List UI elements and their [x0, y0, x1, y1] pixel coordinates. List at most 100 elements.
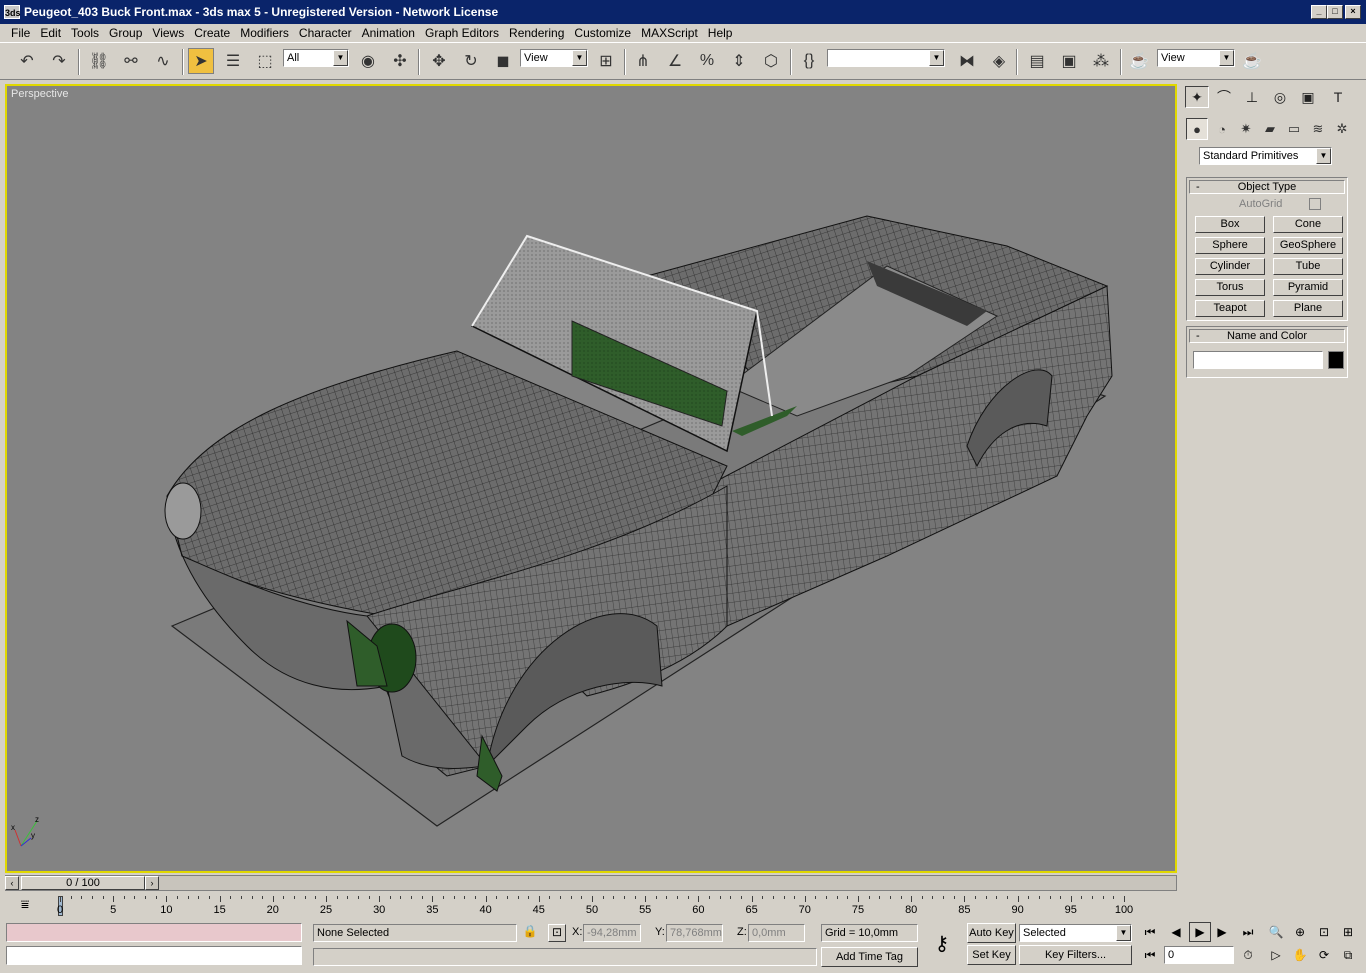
- key-filters-button[interactable]: Key Filters...: [1019, 945, 1132, 965]
- selection-filter-dropdown[interactable]: All ▼: [283, 49, 349, 67]
- key-mode-toggle-icon[interactable]: ⏮: [1139, 945, 1161, 965]
- track-bar[interactable]: 0 5 10 15 20 25 30 35 40 45 50 55 60 65 70 75 80 85 90 95 10…: [57, 896, 1133, 918]
- maxscript-listener-line[interactable]: [6, 923, 302, 942]
- play-icon[interactable]: ▶: [1189, 922, 1211, 942]
- zoom-icon[interactable]: 🔍: [1265, 922, 1287, 942]
- cameras-icon[interactable]: ▰: [1259, 118, 1281, 140]
- maximize-button[interactable]: □: [1327, 5, 1343, 19]
- menu-character[interactable]: Character: [294, 26, 357, 40]
- set-key-icon[interactable]: ⚷: [922, 931, 962, 957]
- z-coordinate-field[interactable]: 0,0mm: [748, 924, 805, 942]
- named-selection-sets-icon[interactable]: {}: [796, 48, 822, 74]
- select-object-icon[interactable]: ➤: [188, 48, 214, 74]
- render-type-dropdown[interactable]: View ▼: [1157, 49, 1235, 67]
- key-mode-dropdown[interactable]: Selected ▼: [1019, 924, 1132, 942]
- lock-selection-icon[interactable]: 🔒: [522, 924, 538, 942]
- name-and-color-header[interactable]: - Name and Color: [1189, 329, 1345, 343]
- lights-icon[interactable]: ✷: [1235, 118, 1257, 140]
- zoom-all-icon[interactable]: ⊕: [1289, 922, 1311, 942]
- zoom-extents-icon[interactable]: ⊡: [1313, 922, 1335, 942]
- reference-coordinate-dropdown[interactable]: View ▼: [520, 49, 588, 67]
- menu-modifiers[interactable]: Modifiers: [235, 26, 294, 40]
- menu-views[interactable]: Views: [147, 26, 189, 40]
- redo-icon[interactable]: ↷: [46, 48, 72, 74]
- time-slider-thumb[interactable]: 0 / 100: [21, 876, 145, 890]
- object-name-input[interactable]: [1193, 351, 1323, 369]
- tube-button[interactable]: Tube: [1273, 258, 1343, 275]
- undo-icon[interactable]: ↶: [14, 48, 40, 74]
- rectangular-selection-icon[interactable]: ⬚: [252, 48, 278, 74]
- transform-type-in-icon[interactable]: ⊡: [548, 924, 566, 942]
- previous-frame-icon[interactable]: ◀: [1165, 922, 1187, 942]
- field-of-view-icon[interactable]: ▷: [1265, 945, 1287, 965]
- bind-to-space-warp-icon[interactable]: ∿: [150, 48, 176, 74]
- select-and-link-icon[interactable]: ⛓: [86, 48, 112, 74]
- pan-icon[interactable]: ✋: [1289, 945, 1311, 965]
- mini-curve-editor-icon[interactable]: ⩸: [10, 896, 40, 916]
- go-to-start-icon[interactable]: ⏮: [1139, 922, 1161, 942]
- select-by-name-icon[interactable]: ☰: [220, 48, 246, 74]
- geosphere-button[interactable]: GeoSphere: [1273, 237, 1343, 254]
- edit-named-selections-icon[interactable]: ⬡: [758, 48, 784, 74]
- menu-animation[interactable]: Animation: [357, 26, 420, 40]
- menu-customize[interactable]: Customize: [569, 26, 636, 40]
- angle-snap-icon[interactable]: ∠: [662, 48, 688, 74]
- select-and-move-icon[interactable]: ✥: [426, 48, 452, 74]
- pyramid-button[interactable]: Pyramid: [1273, 279, 1343, 296]
- object-type-header[interactable]: - Object Type: [1189, 180, 1345, 194]
- maxscript-output-line[interactable]: [6, 946, 302, 965]
- helpers-icon[interactable]: ▭: [1283, 118, 1305, 140]
- geometry-icon[interactable]: ●: [1186, 118, 1208, 140]
- minimize-button[interactable]: _: [1311, 5, 1327, 19]
- modify-tab-icon[interactable]: ⌒: [1212, 86, 1236, 108]
- box-button[interactable]: Box: [1195, 216, 1265, 233]
- unlink-selection-icon[interactable]: ⚯: [118, 48, 144, 74]
- material-editor-icon[interactable]: ⁂: [1088, 48, 1114, 74]
- select-and-rotate-icon[interactable]: ↻: [458, 48, 484, 74]
- spinner-snap-icon[interactable]: ⇕: [726, 48, 752, 74]
- motion-tab-icon[interactable]: ◎: [1268, 86, 1292, 108]
- current-frame-field[interactable]: 0: [1164, 946, 1234, 964]
- time-slider-prev-icon[interactable]: ‹: [5, 876, 19, 890]
- torus-button[interactable]: Torus: [1195, 279, 1265, 296]
- track-view-icon[interactable]: ▤: [1024, 48, 1050, 74]
- close-button[interactable]: ×: [1345, 5, 1361, 19]
- menu-group[interactable]: Group: [104, 26, 147, 40]
- arc-rotate-icon[interactable]: ⟳: [1313, 945, 1335, 965]
- menu-help[interactable]: Help: [703, 26, 738, 40]
- time-slider-next-icon[interactable]: ›: [145, 876, 159, 890]
- hierarchy-tab-icon[interactable]: ⊥: [1240, 86, 1264, 108]
- next-frame-icon[interactable]: ▶: [1211, 922, 1233, 942]
- menu-maxscript[interactable]: MAXScript: [636, 26, 703, 40]
- select-and-manipulate-icon[interactable]: ✣: [387, 48, 413, 74]
- cone-button[interactable]: Cone: [1273, 216, 1343, 233]
- shapes-icon[interactable]: ◔: [1211, 118, 1233, 140]
- y-coordinate-field[interactable]: 78,768mm: [666, 924, 723, 942]
- maximize-viewport-icon[interactable]: ⧉: [1337, 945, 1359, 965]
- time-configuration-icon[interactable]: ⏱: [1237, 945, 1259, 965]
- auto-key-button[interactable]: Auto Key: [967, 923, 1016, 943]
- snap-3d-icon[interactable]: ⋔: [630, 48, 656, 74]
- sphere-button[interactable]: Sphere: [1195, 237, 1265, 254]
- object-color-swatch[interactable]: [1328, 351, 1344, 369]
- menu-edit[interactable]: Edit: [35, 26, 66, 40]
- zoom-extents-all-icon[interactable]: ⊞: [1337, 922, 1359, 942]
- align-icon[interactable]: ◈: [986, 48, 1012, 74]
- quick-render-icon[interactable]: ☕: [1239, 48, 1265, 74]
- utilities-tab-icon[interactable]: T: [1326, 86, 1350, 108]
- plane-button[interactable]: Plane: [1273, 300, 1343, 317]
- window-crossing-icon[interactable]: ◉: [355, 48, 381, 74]
- add-time-tag-button[interactable]: Add Time Tag: [821, 947, 918, 967]
- pivot-center-icon[interactable]: ⊞: [593, 48, 619, 74]
- menu-file[interactable]: File: [6, 26, 35, 40]
- category-dropdown[interactable]: Standard Primitives ▼: [1199, 147, 1332, 165]
- menu-create[interactable]: Create: [189, 26, 235, 40]
- teapot-button[interactable]: Teapot: [1195, 300, 1265, 317]
- display-tab-icon[interactable]: ▣: [1296, 86, 1320, 108]
- time-slider-track[interactable]: [5, 875, 1177, 891]
- set-key-button[interactable]: Set Key: [967, 945, 1016, 965]
- x-coordinate-field[interactable]: -94,28mm: [583, 924, 641, 942]
- menu-graph-editors[interactable]: Graph Editors: [420, 26, 504, 40]
- systems-icon[interactable]: ✲: [1331, 118, 1353, 140]
- cylinder-button[interactable]: Cylinder: [1195, 258, 1265, 275]
